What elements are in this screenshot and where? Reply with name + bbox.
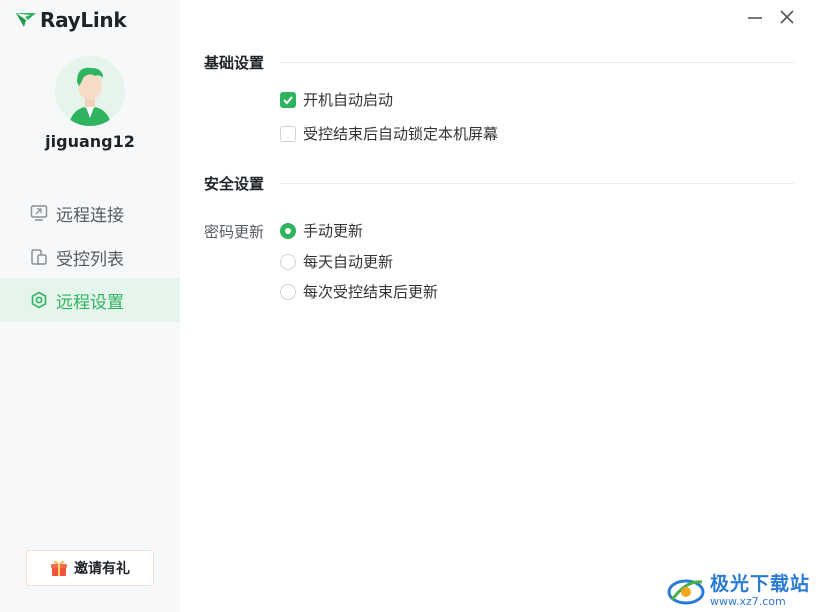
invite-label: 邀请有礼: [74, 561, 130, 577]
auto-start-option[interactable]: 开机自动启动: [280, 89, 393, 110]
watermark-sub-text: www.xz7.com: [709, 595, 786, 608]
option-label: 受控结束后自动锁定本机屏幕: [303, 125, 499, 143]
sidebar-item-label: 远程设置: [56, 292, 124, 313]
security-settings-title: 安全设置: [204, 175, 265, 193]
monitor-icon: [30, 204, 48, 222]
username: jiguang12: [45, 132, 135, 151]
auto-start-checkbox[interactable]: [280, 91, 296, 108]
app-logo-text: RayLink: [40, 8, 127, 32]
app-logo: RayLink: [14, 8, 127, 32]
option-label: 开机自动启动: [303, 91, 394, 109]
minimize-button[interactable]: [746, 8, 764, 26]
sidebar: RayLink jiguang12 远程连接 受控列表 远程设置 邀请有礼: [0, 0, 180, 612]
gift-icon: [51, 560, 67, 576]
basic-settings-title: 基础设置: [204, 54, 265, 72]
watermark-main-text: 极光下载站: [709, 573, 810, 595]
watermark-logo-icon: [667, 579, 705, 605]
minimize-icon: [748, 17, 762, 19]
password-update-label: 密码更新: [204, 223, 265, 241]
window-controls: [746, 8, 796, 26]
option-label: 每天自动更新: [303, 253, 394, 271]
avatar[interactable]: [55, 56, 125, 126]
auto-lock-checkbox[interactable]: [280, 125, 296, 142]
close-icon: [780, 10, 794, 24]
user-avatar-icon: [55, 56, 125, 126]
after-session-update-option[interactable]: 每次受控结束后更新: [280, 281, 438, 302]
manual-update-option[interactable]: 手动更新: [280, 220, 363, 241]
watermark: 极光下载站 www.xz7.com: [666, 574, 810, 608]
after-session-update-radio[interactable]: [280, 283, 296, 300]
option-label: 每次受控结束后更新: [303, 283, 439, 301]
invite-button[interactable]: 邀请有礼: [26, 550, 154, 586]
daily-update-radio[interactable]: [280, 253, 296, 270]
close-button[interactable]: [778, 8, 796, 26]
sidebar-item-remote-settings[interactable]: 远程设置: [0, 278, 180, 322]
devices-icon: [30, 248, 48, 266]
section-divider: [280, 183, 794, 184]
daily-update-option[interactable]: 每天自动更新: [280, 251, 393, 272]
checkmark-icon: [283, 95, 293, 104]
settings-hexagon-icon: [30, 291, 48, 309]
auto-lock-option[interactable]: 受控结束后自动锁定本机屏幕: [280, 123, 498, 144]
section-divider: [280, 62, 794, 63]
manual-update-radio[interactable]: [280, 222, 296, 239]
sidebar-item-label: 远程连接: [56, 205, 124, 226]
sidebar-item-controlled-list[interactable]: 受控列表: [0, 235, 180, 279]
raylink-logo-icon: [14, 13, 36, 27]
sidebar-item-label: 受控列表: [56, 249, 124, 270]
sidebar-item-remote-connect[interactable]: 远程连接: [0, 191, 180, 235]
option-label: 手动更新: [303, 222, 364, 240]
